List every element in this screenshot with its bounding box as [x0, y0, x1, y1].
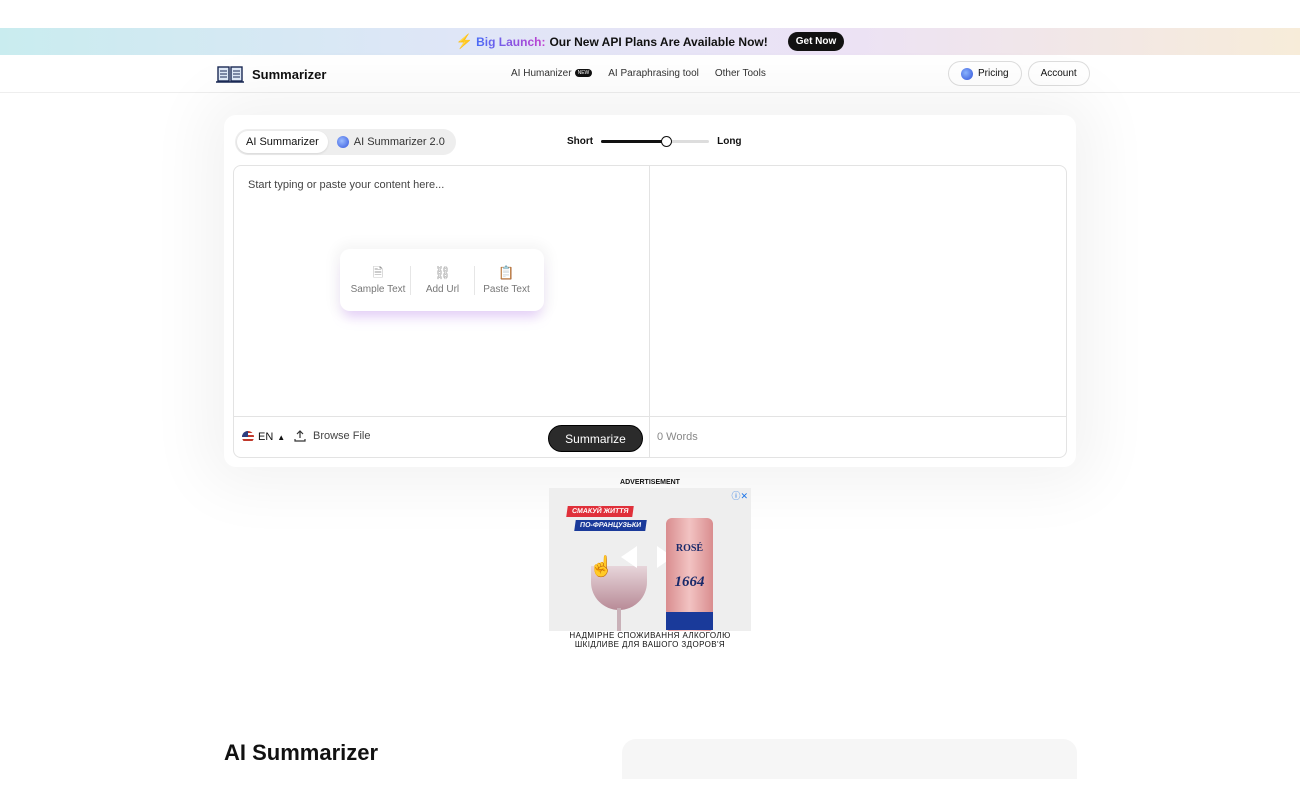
length-slider: Short Long	[567, 136, 742, 147]
crown-icon	[336, 136, 349, 148]
language-code: EN	[258, 431, 274, 443]
sample-text-button[interactable]: 🗎 Sample Text	[346, 266, 410, 295]
book-logo-icon	[216, 66, 244, 83]
ad-tagline-2: ПО-ФРАНЦУЗЬКИ	[574, 520, 647, 531]
nav-links: AI Humanizer NEW AI Paraphrasing tool Oth…	[511, 68, 766, 79]
slider-fill	[601, 140, 666, 143]
slider-min-label: Short	[567, 136, 594, 147]
word-count: 0 Words	[657, 431, 698, 443]
add-url-button[interactable]: ⛓ Add Url	[410, 264, 474, 295]
new-badge: NEW	[574, 69, 593, 78]
slider-max-label: Long	[717, 136, 742, 147]
get-now-button[interactable]: Get Now	[787, 32, 845, 51]
quick-actions: 🗎 Sample Text ⛓ Add Url 📋 Paste Text	[340, 249, 544, 311]
section-card	[622, 739, 1077, 779]
slider-track[interactable]	[601, 136, 710, 147]
account-button[interactable]: Account	[1027, 61, 1090, 86]
promo-launch-label: Big Launch:	[476, 34, 546, 49]
advertisement-banner[interactable]: ⓘ✕ СМАКУЙ ЖИТТЯ ПО-ФРАНЦУЗЬКИ ☝ ROSÉ 166…	[549, 488, 751, 658]
can-stripe	[666, 612, 713, 630]
section-title: AI Summarizer	[224, 740, 379, 765]
can-image: ROSÉ 1664	[666, 518, 713, 632]
nav-link-ai-humanizer[interactable]: AI Humanizer NEW	[511, 68, 593, 79]
pricing-label: Pricing	[978, 68, 1009, 79]
browse-file-button[interactable]: Browse File	[294, 430, 370, 442]
language-selector[interactable]: EN ▲	[242, 431, 285, 443]
input-placeholder[interactable]: Start typing or paste your content here.…	[248, 179, 444, 191]
document-icon: 🗎	[372, 264, 384, 280]
ad-tagline-1: СМАКУЙ ЖИТТЯ	[566, 506, 635, 517]
can-brand: ROSÉ	[675, 543, 704, 554]
tab-label: AI Summarizer 2.0	[353, 136, 445, 148]
brand-logo[interactable]: Summarizer	[216, 64, 326, 84]
input-pane[interactable]: Start typing or paste your content here.…	[234, 166, 650, 457]
editor-bottom-bar: EN ▲ Browse File Summarize 0 Words	[234, 416, 1066, 458]
nav-link-other-tools[interactable]: Other Tools	[715, 68, 766, 79]
upload-icon	[294, 430, 306, 442]
pointer-hand-icon: ☝	[589, 556, 614, 578]
top-spacer	[0, 0, 1300, 28]
browse-label: Browse File	[313, 430, 371, 442]
nav-link-label: AI Humanizer	[511, 68, 572, 79]
clipboard-icon: 📋	[498, 264, 515, 280]
action-label: Add Url	[425, 283, 460, 295]
arrow-left-icon	[621, 546, 637, 568]
tab-ai-summarizer[interactable]: AI Summarizer	[237, 131, 328, 153]
summarizer-card: AI Summarizer AI Summarizer 2.0 Short Lo…	[224, 115, 1076, 467]
top-navigation: Summarizer AI Humanizer NEW AI Paraphrasi…	[0, 55, 1300, 93]
editor-panel: Start typing or paste your content here.…	[233, 165, 1067, 458]
nav-link-paraphrasing[interactable]: AI Paraphrasing tool	[608, 68, 699, 79]
nav-actions: Pricing Account	[948, 61, 1090, 86]
slider-handle[interactable]	[660, 136, 672, 147]
wine-glass-stem	[617, 608, 621, 632]
action-label: Paste Text	[483, 283, 530, 295]
us-flag-icon	[242, 431, 254, 443]
can-number: 1664	[674, 574, 705, 590]
bolt-icon: ⚡	[455, 33, 474, 49]
link-icon: ⛓	[434, 264, 451, 280]
tab-ai-summarizer-2[interactable]: AI Summarizer 2.0	[328, 131, 454, 153]
action-label: Sample Text	[350, 283, 406, 295]
advertisement-label: ADVERTISEMENT	[620, 479, 680, 486]
pricing-button[interactable]: Pricing	[948, 61, 1022, 86]
ad-close-icon[interactable]: ⓘ✕	[731, 489, 748, 502]
summarize-button[interactable]: Summarize	[548, 425, 643, 452]
caret-up-icon: ▲	[277, 432, 286, 442]
paste-text-button[interactable]: 📋 Paste Text	[474, 264, 538, 295]
promo-banner[interactable]: ⚡ Big Launch: Our New API Plans Are Avai…	[0, 28, 1300, 55]
mode-tabs: AI Summarizer AI Summarizer 2.0	[235, 129, 456, 155]
ad-warning: НАДМІРНЕ СПОЖИВАННЯ АЛКОГОЛЮ ШКІДЛИВЕ ДЛ…	[549, 631, 751, 658]
crown-icon	[961, 67, 973, 80]
promo-message: Our New API Plans Are Available Now!	[549, 34, 768, 49]
brand-name: Summarizer	[252, 66, 327, 82]
